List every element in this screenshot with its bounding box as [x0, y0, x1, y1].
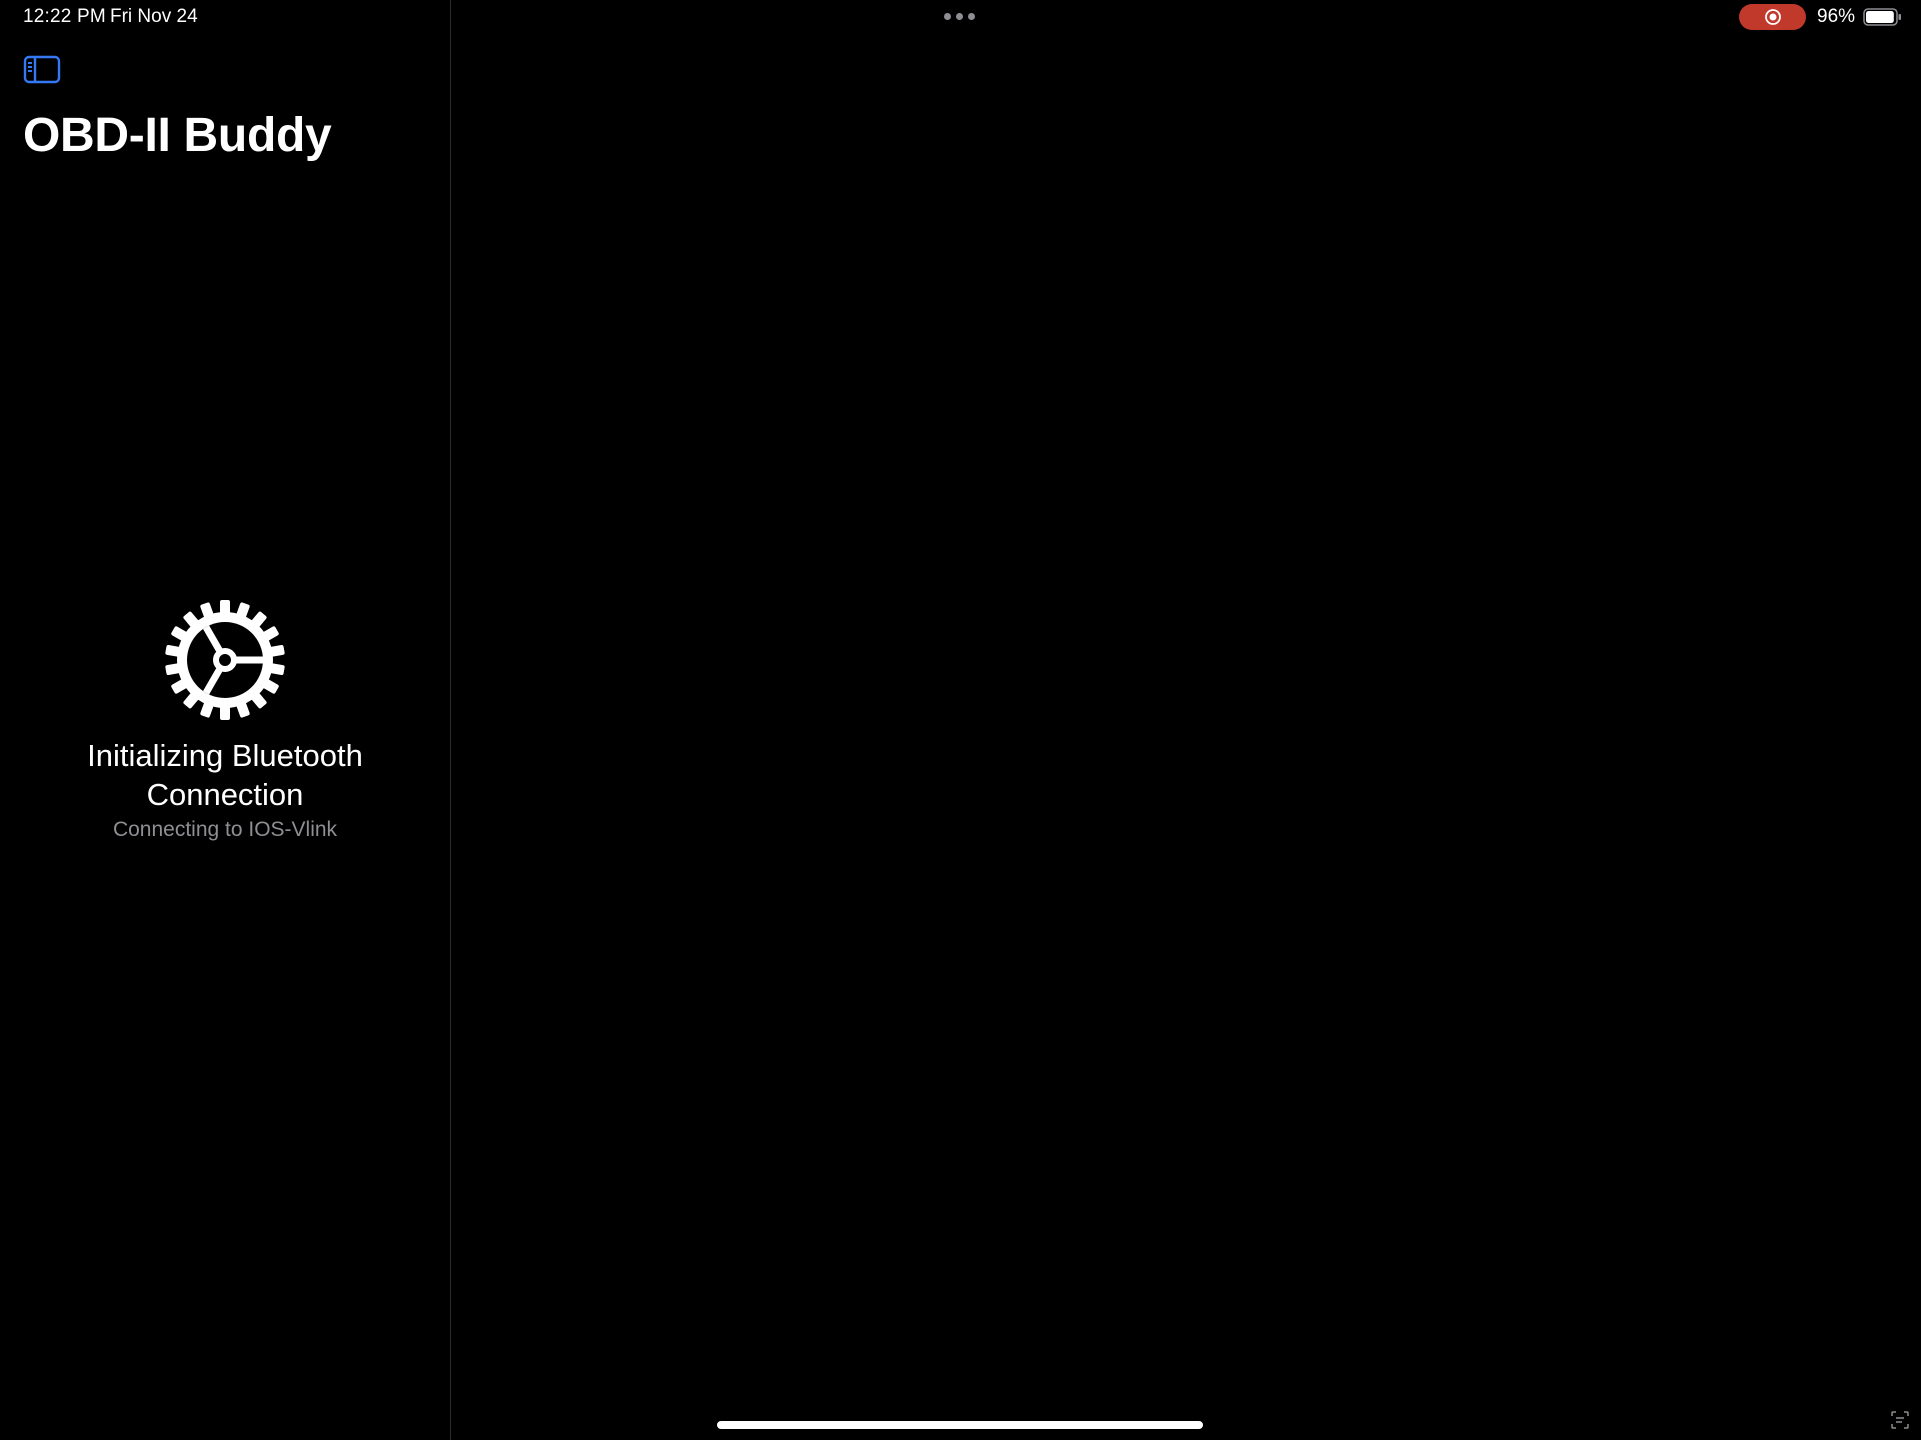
home-indicator[interactable]: [717, 1421, 1203, 1429]
loading-title: Initializing Bluetooth Connection: [87, 738, 363, 812]
status-time: 12:22 PM: [23, 6, 106, 27]
screen-recording-indicator[interactable]: [1739, 4, 1806, 30]
loading-subtitle: Connecting to IOS-Vlink: [112, 818, 338, 841]
record-icon: [1764, 9, 1781, 25]
sidebar: OBD-II Buddy Initializing Bluetooth Conn…: [0, 0, 450, 1440]
gear-icon: [165, 600, 285, 720]
screen: OBD-II Buddy Initializing Bluetooth Conn…: [0, 0, 1921, 1440]
sidebar-toggle-icon: [23, 55, 61, 84]
battery-percent: 96%: [1817, 6, 1856, 27]
dot-icon: [944, 13, 951, 20]
dot-icon: [956, 13, 963, 20]
sidebar-toggle-button[interactable]: [23, 53, 63, 87]
dot-icon: [968, 13, 975, 20]
live-text-scan-icon[interactable]: [1890, 1410, 1910, 1430]
page-title: OBD-II Buddy: [23, 109, 332, 162]
loading-status: Initializing Bluetooth Connection Connec…: [0, 596, 450, 842]
detail-pane: [451, 0, 1921, 1440]
multitasking-menu-button[interactable]: [944, 13, 975, 20]
status-date: Fri Nov 24: [110, 6, 198, 27]
battery-icon: [1863, 8, 1901, 26]
